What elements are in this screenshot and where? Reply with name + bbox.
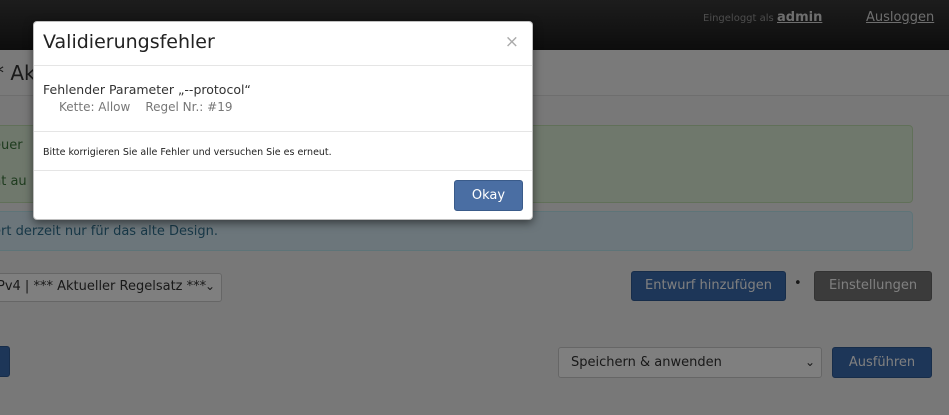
modal-title: Validierungsfehler	[43, 31, 215, 53]
error-chain: Kette: Allow	[59, 100, 131, 114]
validation-error-dialog: Validierungsfehler × Fehlender Parameter…	[33, 21, 533, 220]
error-rule-number: Regel Nr.: #19	[145, 100, 233, 114]
error-message: Fehlender Parameter „--protocol“	[43, 82, 251, 97]
correction-note: Bitte korrigieren Sie alle Fehler und ve…	[43, 147, 332, 158]
error-details: Kette: Allow Regel Nr.: #19	[59, 100, 232, 114]
modal-note: Bitte korrigieren Sie alle Fehler und ve…	[34, 132, 532, 171]
modal-header: Validierungsfehler ×	[34, 22, 532, 66]
close-icon[interactable]: ×	[505, 34, 519, 51]
okay-button[interactable]: Okay	[454, 180, 523, 211]
error-list: Fehlender Parameter „--protocol“ Kette: …	[34, 65, 532, 132]
